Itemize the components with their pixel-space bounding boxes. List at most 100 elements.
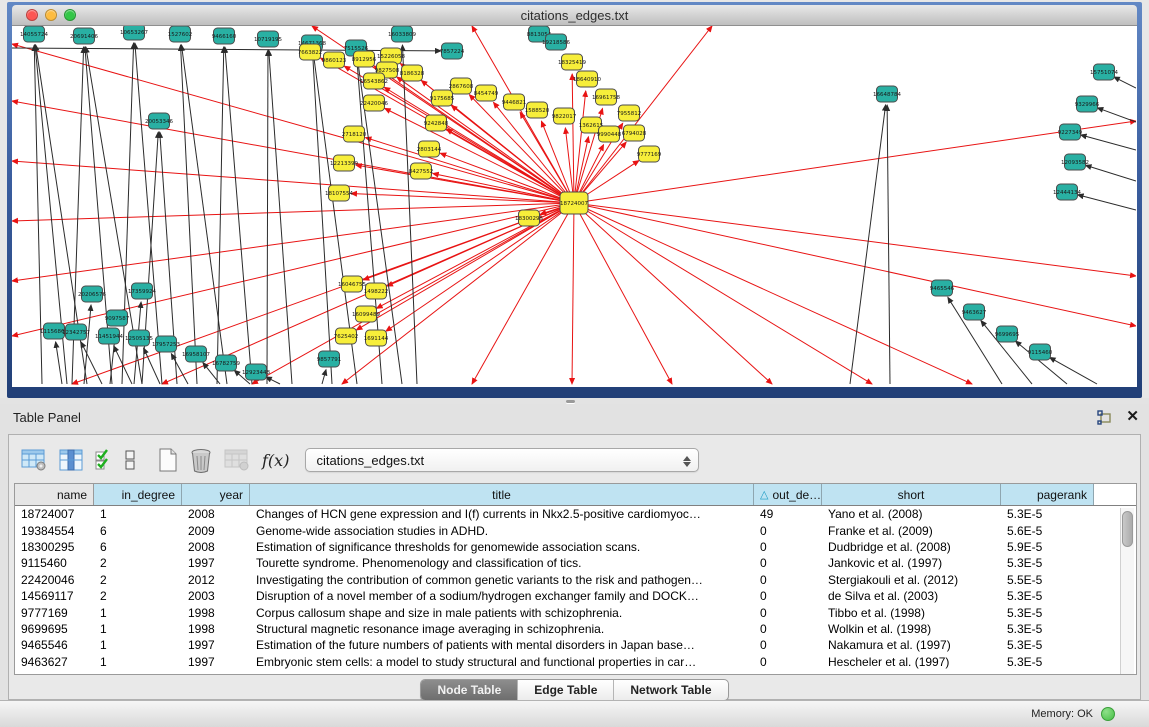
memory-ok-icon[interactable] [1101, 707, 1115, 721]
table-row[interactable]: 2242004622012Investigating the contribut… [15, 572, 1136, 588]
table-header-row: name in_degree year title △ out_de… shor… [15, 484, 1136, 506]
graph-edge[interactable] [12, 161, 574, 203]
graph-edge[interactable] [574, 26, 712, 203]
graph-node-label: 9242848 [424, 121, 449, 127]
table-row[interactable]: 946362711997Embryonic stem cells: a mode… [15, 654, 1136, 670]
table-row[interactable]: 1456911722003Disruption of a novel membe… [15, 588, 1136, 604]
graph-edge[interactable] [574, 203, 1136, 326]
graph-edge[interactable] [12, 48, 441, 51]
table-cell: 5.3E-5 [1001, 655, 1094, 669]
table-cell: 2008 [182, 540, 250, 554]
table-row[interactable]: 1938455462009Genome-wide association stu… [15, 522, 1136, 538]
graph-edge[interactable] [572, 74, 574, 203]
table-cell: 9699695 [15, 622, 94, 636]
table-row[interactable]: 977716911998Corpus callosum shape and si… [15, 604, 1136, 620]
close-window-icon[interactable] [26, 9, 38, 21]
table-cell: Changes of HCN gene expression and I(f) … [250, 507, 754, 521]
network-view-window[interactable]: citations_edges.txt 14055724206914061065… [7, 2, 1142, 398]
close-panel-icon[interactable]: ✕ [1126, 409, 1139, 425]
graph-edge[interactable] [574, 203, 772, 384]
tab-node-table[interactable]: Node Table [421, 680, 518, 700]
table-cell: Disruption of a novel member of a sodium… [250, 589, 754, 603]
graph-edge[interactable] [887, 105, 890, 384]
select-column-button[interactable] [59, 445, 83, 475]
graph-edge[interactable] [1081, 135, 1136, 150]
window-titlebar[interactable]: citations_edges.txt [12, 5, 1137, 26]
graph-node-label: 18107554 [325, 191, 353, 197]
splitter-grip-icon[interactable] [566, 400, 575, 403]
float-panel-icon[interactable] [1097, 410, 1112, 425]
column-header-short[interactable]: short [822, 484, 1001, 505]
column-header-out-degree[interactable]: △ out_de… [754, 484, 822, 505]
graph-node-label: 1691144 [364, 336, 389, 342]
column-header-name[interactable]: name [15, 484, 94, 505]
graph-node-label: 12093582 [1061, 160, 1089, 166]
graph-edge[interactable] [225, 47, 252, 384]
zoom-window-icon[interactable] [64, 9, 76, 21]
table-row[interactable]: 911546021997Tourette syndrome. Phenomeno… [15, 555, 1136, 571]
graph-edge[interactable] [269, 50, 292, 384]
graph-node-label: 19218586 [542, 40, 570, 46]
graph-node-label: 16958107 [182, 352, 210, 358]
graph-edge[interactable] [12, 203, 574, 221]
graph-edge[interactable] [266, 377, 280, 384]
graph-edge[interactable] [356, 203, 574, 330]
graph-edge[interactable] [84, 305, 91, 384]
column-header-in-degree[interactable]: in_degree [94, 484, 182, 505]
table-cell: Embryonic stem cells: a model to study s… [250, 655, 754, 669]
graph-edge[interactable] [574, 203, 1136, 276]
graph-edge[interactable] [56, 342, 62, 384]
table-cell: 2 [94, 573, 182, 587]
table-row[interactable]: 1872400712008Changes of HCN gene express… [15, 506, 1136, 522]
import-table-button[interactable] [224, 445, 250, 475]
table-gear-icon [21, 449, 47, 471]
column-header-title[interactable]: title [250, 484, 754, 505]
table-cell: 2003 [182, 589, 250, 603]
graph-edge[interactable] [267, 50, 268, 384]
tab-network-table[interactable]: Network Table [614, 680, 727, 700]
graph-edge[interactable] [1097, 108, 1136, 122]
column-header-year[interactable]: year [182, 484, 250, 505]
table-cell: 18300295 [15, 540, 94, 554]
graph-edge[interactable] [1114, 77, 1136, 88]
table-cell: 18724007 [15, 507, 94, 521]
table-vertical-scrollbar[interactable] [1120, 508, 1134, 674]
graph-edge[interactable] [572, 203, 574, 384]
stacked-cells-icon [125, 449, 136, 471]
graph-edge[interactable] [1078, 195, 1136, 210]
table-cell: 0 [754, 573, 822, 587]
select-all-button[interactable] [95, 445, 113, 475]
new-table-button[interactable] [158, 445, 178, 475]
graph-edge[interactable] [1086, 165, 1136, 181]
table-cell: 6 [94, 524, 182, 538]
table-select-dropdown[interactable]: citations_edges.txt [305, 448, 699, 472]
column-header-pagerank[interactable]: pagerank [1001, 484, 1094, 505]
function-builder-button[interactable]: f(x) [262, 445, 289, 475]
graph-edge[interactable] [574, 203, 872, 384]
graph-edge[interactable] [574, 203, 672, 384]
graph-node-label: 12444134 [1053, 190, 1081, 196]
graph-edge[interactable] [574, 121, 1136, 203]
toggle-rows-button[interactable] [125, 445, 136, 475]
table-settings-button[interactable] [21, 445, 47, 475]
graph-edge[interactable] [363, 203, 574, 280]
table-row[interactable]: 1830029562008Estimation of significance … [15, 539, 1136, 555]
graph-edge[interactable] [12, 44, 574, 203]
graph-node-label: 8186328 [400, 71, 425, 77]
table-row[interactable]: 946554611997Estimation of the future num… [15, 637, 1136, 653]
network-canvas[interactable]: 1405572420691406106532671527602946616010… [12, 26, 1137, 387]
table-cell: 0 [754, 622, 822, 636]
table-row[interactable]: 969969511998Structural magnetic resonanc… [15, 621, 1136, 637]
graph-edge[interactable] [313, 54, 332, 384]
tab-edge-table[interactable]: Edge Table [518, 680, 614, 700]
graph-edge[interactable] [387, 203, 574, 286]
scrollbar-thumb[interactable] [1122, 511, 1133, 547]
trash-icon [190, 448, 212, 473]
graph-edge[interactable] [1050, 357, 1097, 384]
graph-node-label: 11451944 [95, 334, 123, 340]
graph-edge[interactable] [322, 370, 326, 384]
delete-table-button[interactable] [190, 445, 212, 475]
graph-edge[interactable] [574, 203, 972, 384]
table-cell: 9115460 [15, 556, 94, 570]
minimize-window-icon[interactable] [45, 9, 57, 21]
